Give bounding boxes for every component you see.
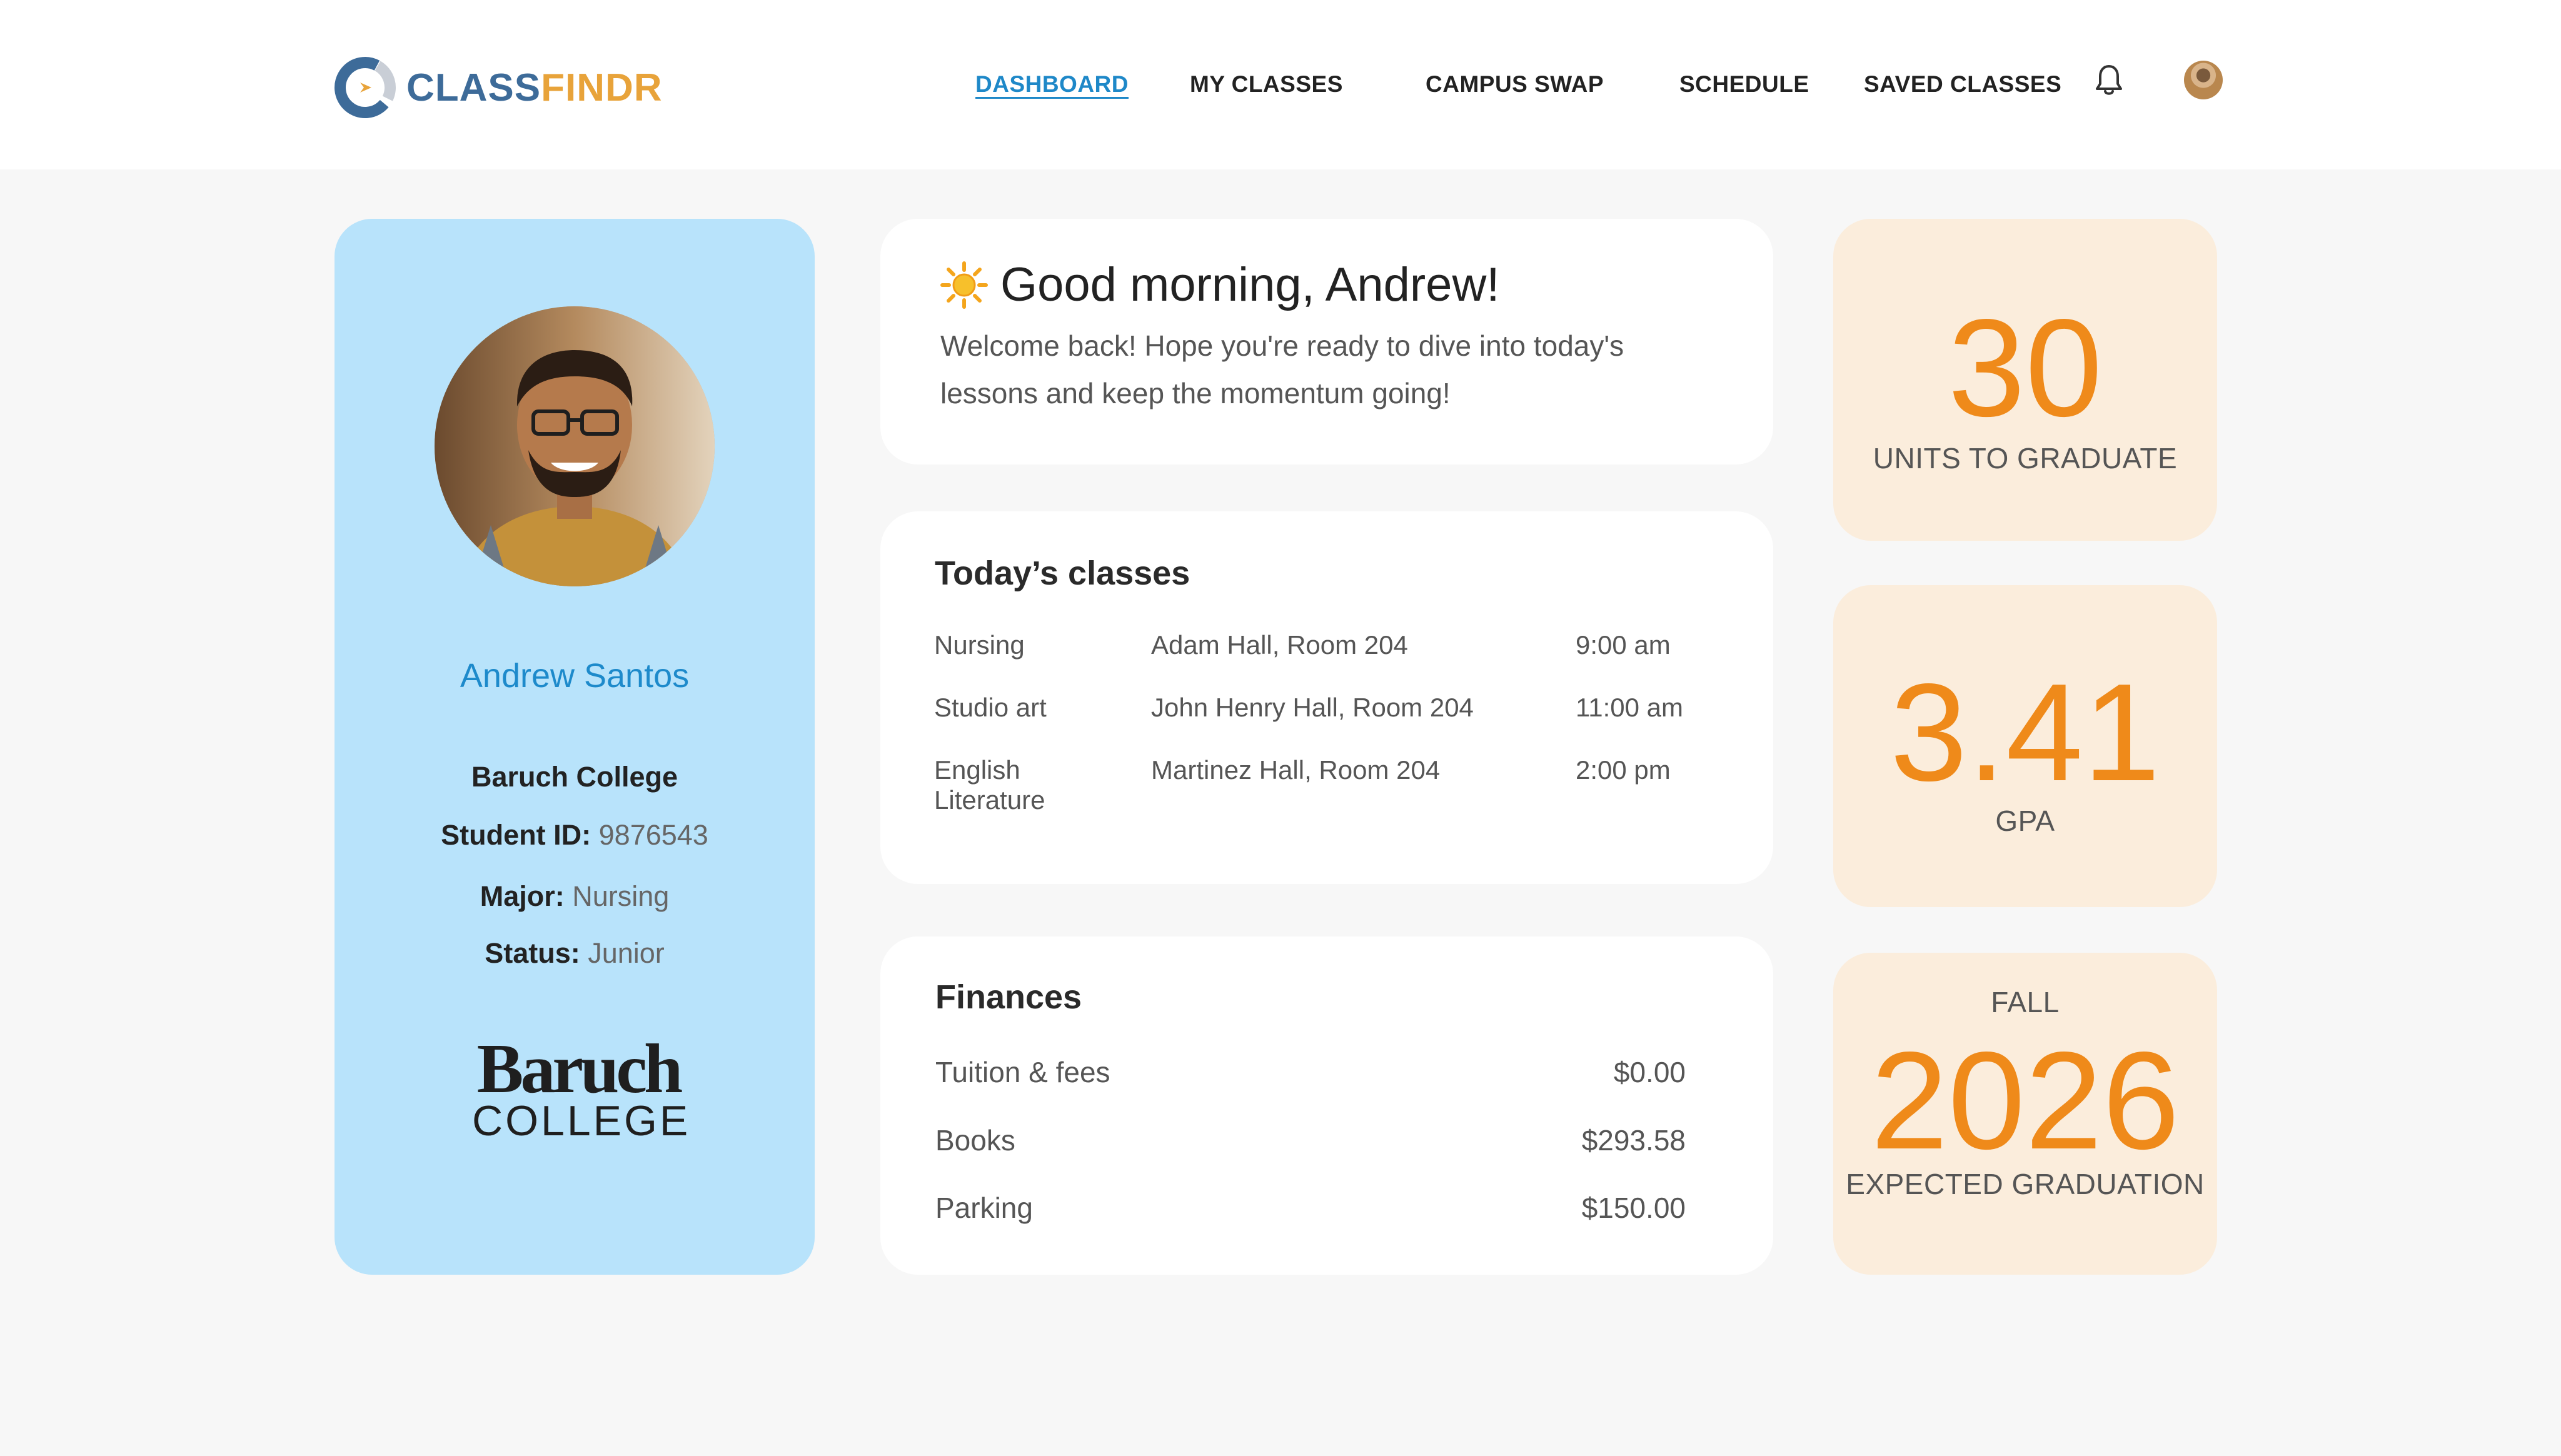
bell-icon[interactable] (2095, 64, 2123, 96)
nav-schedule[interactable]: SCHEDULE (1679, 71, 1809, 98)
logo-mark-icon (335, 57, 396, 118)
finance-label: Parking (935, 1192, 1033, 1224)
class-room: John Henry Hall, Room 204 (1151, 693, 1474, 722)
class-time: 11:00 am (1576, 693, 1683, 722)
class-room: Martinez Hall, Room 204 (1151, 755, 1441, 785)
profile-card: Andrew Santos Baruch College Student ID:… (335, 219, 815, 1275)
units-to-graduate-card: 30 UNITS TO GRADUATE (1833, 219, 2217, 541)
profile-photo (435, 306, 715, 586)
finances-title: Finances (935, 978, 1082, 1016)
nav-campus-swap[interactable]: CAMPUS SWAP (1426, 71, 1604, 98)
gpa-label: GPA (1995, 805, 2055, 837)
graduation-term: FALL (1991, 986, 2060, 1018)
finances-card: Finances Tuition & fees $0.00 Books $293… (880, 936, 1773, 1275)
finance-amount: $293.58 (1581, 1124, 1686, 1157)
class-course: English Literature (934, 755, 1045, 815)
greeting-title: Good morning, Andrew! (940, 258, 1499, 312)
classfindr-logo[interactable]: CLASSFINDR (333, 55, 663, 120)
expected-graduation-card: FALL 2026 EXPECTED GRADUATION (1833, 953, 2217, 1275)
todays-classes-card: Today’s classes Nursing Adam Hall, Room … (880, 511, 1773, 884)
class-time: 2:00 pm (1576, 755, 1671, 785)
class-course: Studio art (934, 693, 1047, 722)
classes-title: Today’s classes (935, 555, 1190, 592)
college-name: Baruch College (471, 761, 678, 793)
greeting-message: Welcome back! Hope you're ready to dive … (940, 329, 1624, 409)
nav-my-classes[interactable]: MY CLASSES (1190, 71, 1343, 98)
sun-icon (940, 261, 988, 309)
finance-amount: $0.00 (1613, 1056, 1686, 1088)
greeting-card: Good morning, Andrew! Welcome back! Hope… (880, 219, 1773, 464)
finance-amount: $150.00 (1581, 1192, 1686, 1224)
units-value: 30 (1948, 291, 2103, 446)
class-room: Adam Hall, Room 204 (1151, 630, 1408, 660)
gpa-value: 3.41 (1889, 655, 2161, 810)
nav-saved-classes[interactable]: SAVED CLASSES (1864, 71, 2061, 98)
units-label: UNITS TO GRADUATE (1873, 442, 2178, 474)
class-time: 9:00 am (1576, 630, 1671, 660)
top-nav-bar: CLASSFINDR DASHBOARD MY CLASSES CAMPUS S… (0, 0, 2561, 169)
logo-wordmark: CLASSFINDR (406, 66, 663, 109)
gpa-card: 3.41 GPA (1833, 585, 2217, 907)
student-major: Major: Nursing (480, 880, 670, 912)
class-course: Nursing (934, 630, 1025, 660)
nav-dashboard[interactable]: DASHBOARD (975, 71, 1129, 98)
baruch-college-logo: Baruch COLLEGE (472, 1030, 691, 1145)
student-id: Student ID: 9876543 (441, 819, 708, 851)
graduation-year: 2026 (1871, 1023, 2180, 1178)
student-status: Status: Junior (485, 937, 665, 969)
user-avatar[interactable] (2184, 61, 2223, 99)
student-name: Andrew Santos (460, 657, 690, 695)
finance-label: Tuition & fees (935, 1056, 1110, 1088)
graduation-label: EXPECTED GRADUATION (1846, 1168, 2205, 1200)
finance-label: Books (935, 1124, 1015, 1157)
